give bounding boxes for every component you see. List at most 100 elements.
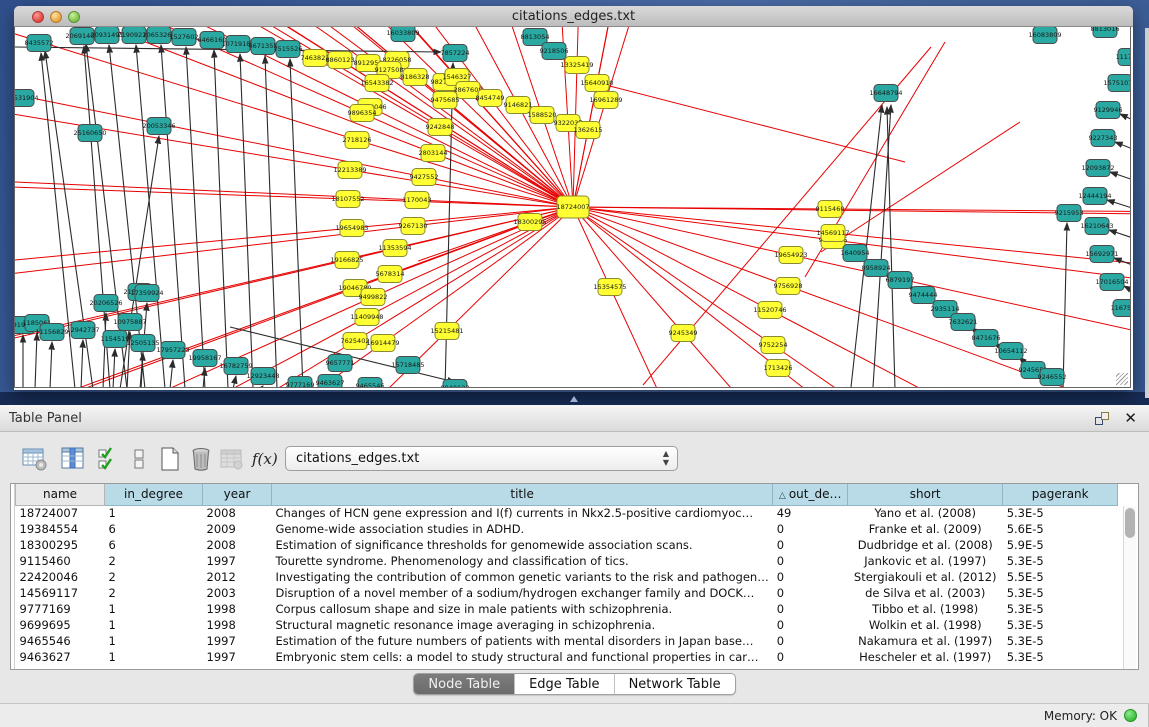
network-node[interactable]: 15354575 xyxy=(593,279,626,296)
table-settings-icon[interactable] xyxy=(22,446,48,472)
network-node[interactable]: 10975887 xyxy=(113,314,146,331)
table-cell[interactable]: 9463627 xyxy=(16,649,105,665)
network-node[interactable]: 8454749 xyxy=(476,90,505,107)
table-cell[interactable]: 9115460 xyxy=(16,553,105,569)
network-node[interactable]: 17016504 xyxy=(1095,274,1128,291)
table-cell[interactable]: 1997 xyxy=(203,649,272,665)
table-cell[interactable]: 9699695 xyxy=(16,617,105,633)
table-row[interactable]: 946362711997Embryonic stem cells: a mode… xyxy=(16,649,1118,665)
column-header-title[interactable]: title xyxy=(272,484,773,505)
table-row[interactable]: 2242004622012Investigating the contribut… xyxy=(16,569,1118,585)
table-cell[interactable]: 1 xyxy=(105,649,203,665)
network-node[interactable]: 15692971 xyxy=(1085,246,1118,263)
table-cell[interactable]: 5.3E-5 xyxy=(1003,585,1118,601)
network-node[interactable]: 10654112 xyxy=(994,343,1027,360)
table-cell[interactable]: 1997 xyxy=(203,553,272,569)
table-cell[interactable]: 0 xyxy=(773,585,848,601)
table-cell[interactable]: Hescheler et al. (1997) xyxy=(848,649,1003,665)
column-header-short[interactable]: short xyxy=(848,484,1003,505)
table-cell[interactable]: Estimation of significance thresholds fo… xyxy=(272,537,773,553)
network-node[interactable]: 1527602 xyxy=(170,29,199,46)
table-cell[interactable]: 0 xyxy=(773,537,848,553)
table-cell[interactable]: 0 xyxy=(773,553,848,569)
table-cell[interactable]: 2008 xyxy=(203,505,272,521)
column-header-in_degree[interactable]: in_degree xyxy=(105,484,203,505)
network-node[interactable]: 9657771 xyxy=(326,355,355,372)
panel-splitter-grip[interactable] xyxy=(570,396,578,402)
network-node[interactable]: 14569117 xyxy=(816,225,849,242)
network-node[interactable]: 9115460 xyxy=(816,201,845,218)
table-cell[interactable]: Tourette syndrome. Phenomenology and cla… xyxy=(272,553,773,569)
table-cell[interactable]: 14569117 xyxy=(16,585,105,601)
network-node[interactable]: 9218506 xyxy=(540,43,569,60)
table-cell[interactable]: 19384554 xyxy=(16,521,105,537)
table-cell[interactable]: 0 xyxy=(773,521,848,537)
network-node[interactable]: 9777169 xyxy=(286,377,315,389)
network-node[interactable]: 16083809 xyxy=(1028,27,1061,44)
table-cell[interactable]: 1 xyxy=(105,505,203,521)
table-cell[interactable]: 5.5E-5 xyxy=(1003,569,1118,585)
network-node[interactable]: 16543382 xyxy=(360,75,393,92)
table-cell[interactable]: 5.3E-5 xyxy=(1003,633,1118,649)
row-height-icon[interactable] xyxy=(126,446,152,472)
table-cell[interactable]: de Silva et al. (2003) xyxy=(848,585,1003,601)
network-node[interactable]: 9756928 xyxy=(774,278,803,295)
float-panel-icon[interactable] xyxy=(1095,412,1109,425)
table-cell[interactable]: 1 xyxy=(105,617,203,633)
table-row[interactable]: 946554611997Estimation of the future num… xyxy=(16,633,1118,649)
table-cell[interactable]: 5.3E-5 xyxy=(1003,649,1118,665)
network-node[interactable]: 18300295 xyxy=(513,214,546,231)
table-cell[interactable]: 2012 xyxy=(203,569,272,585)
table-cell[interactable]: 5.9E-5 xyxy=(1003,537,1118,553)
table-cell[interactable]: Genome-wide association studies in ADHD. xyxy=(272,521,773,537)
window-title-bar[interactable]: citations_edges.txt xyxy=(14,6,1133,27)
function-builder-icon[interactable]: f(x) xyxy=(252,450,278,476)
table-row[interactable]: 969969511998Structural magnetic resonanc… xyxy=(16,617,1118,633)
network-node[interactable]: 9499822 xyxy=(359,289,388,306)
table-cell[interactable]: 1998 xyxy=(203,617,272,633)
network-node[interactable]: 20206526 xyxy=(89,295,122,312)
table-cell[interactable]: 6 xyxy=(105,537,203,553)
table-cell[interactable]: 0 xyxy=(773,569,848,585)
import-table-icon[interactable] xyxy=(219,446,245,472)
table-cell[interactable]: Structural magnetic resonance image aver… xyxy=(272,617,773,633)
network-node[interactable]: 19958167 xyxy=(188,350,221,367)
network-node[interactable]: 11520746 xyxy=(753,302,786,319)
table-cell[interactable]: 1998 xyxy=(203,601,272,617)
network-node[interactable]: 9242848 xyxy=(426,119,455,136)
network-node[interactable]: 1167534 xyxy=(1111,300,1131,317)
network-node[interactable]: 11353594 xyxy=(378,240,411,257)
network-node[interactable]: 1362615 xyxy=(574,122,603,139)
network-node[interactable]: 20531904 xyxy=(15,90,39,107)
network-node[interactable]: 17957223 xyxy=(156,342,189,359)
network-node[interactable]: 9129946 xyxy=(1094,102,1123,119)
show-column-icon[interactable] xyxy=(60,446,86,472)
table-cell[interactable]: 2009 xyxy=(203,521,272,537)
table-cell[interactable]: 1 xyxy=(105,633,203,649)
table-cell[interactable]: Investigating the contribution of common… xyxy=(272,569,773,585)
table-cell[interactable]: 2 xyxy=(105,553,203,569)
table-cell[interactable]: Changes of HCN gene expression and I(f) … xyxy=(272,505,773,521)
network-node[interactable]: 12923448 xyxy=(246,368,279,385)
table-cell[interactable]: 18300295 xyxy=(16,537,105,553)
network-node[interactable]: 9227343 xyxy=(1089,130,1118,147)
network-node[interactable]: 7632621 xyxy=(949,314,978,331)
network-node[interactable]: 8940123 xyxy=(441,380,470,389)
tab-network-table[interactable]: Network Table xyxy=(615,674,735,694)
network-node[interactable]: 16914479 xyxy=(366,335,399,352)
column-header-name[interactable]: name xyxy=(16,484,105,505)
window-resize-grip[interactable] xyxy=(1116,373,1128,385)
network-node[interactable]: 8186328 xyxy=(401,69,430,86)
network-node[interactable]: 1117530 xyxy=(1116,49,1131,66)
table-cell[interactable]: 0 xyxy=(773,617,848,633)
table-cell[interactable]: 0 xyxy=(773,601,848,617)
table-cell[interactable]: 1997 xyxy=(203,633,272,649)
table-scrollbar-thumb[interactable] xyxy=(1125,508,1135,538)
new-table-icon[interactable] xyxy=(157,446,183,472)
network-node[interactable]: 9463627 xyxy=(316,375,345,389)
table-cell[interactable]: Yano et al. (2008) xyxy=(848,505,1003,521)
network-node[interactable]: 9474444 xyxy=(909,287,938,304)
table-row[interactable]: 911546021997Tourette syndrome. Phenomeno… xyxy=(16,553,1118,569)
table-row[interactable]: 1938455462009Genome-wide association stu… xyxy=(16,521,1118,537)
delete-table-icon[interactable] xyxy=(188,446,214,472)
